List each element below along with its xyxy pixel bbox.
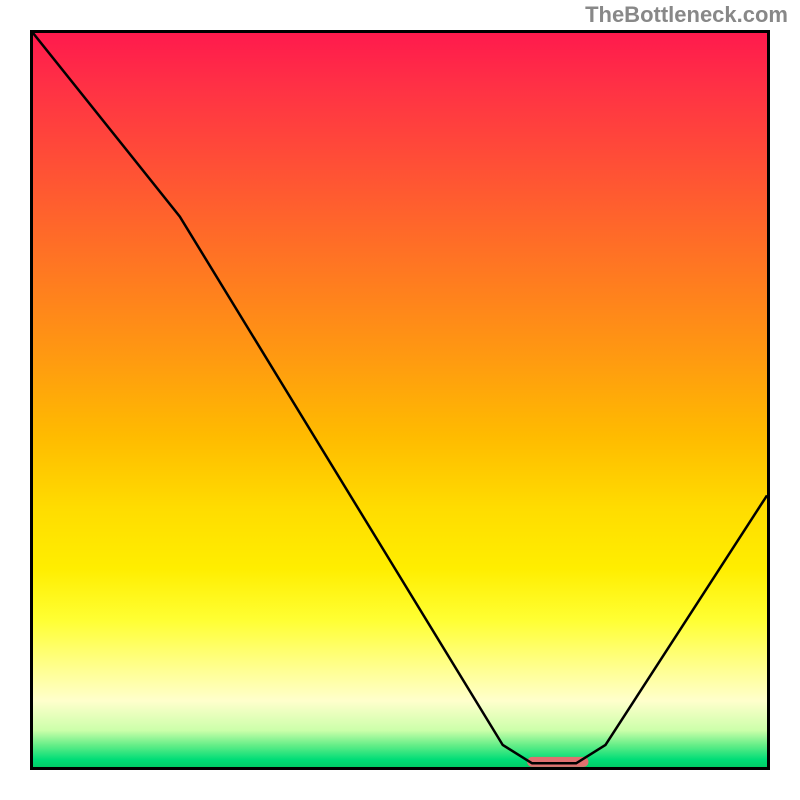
bottleneck-curve — [33, 33, 767, 763]
bottleneck-chart: TheBottleneck.com — [0, 0, 800, 800]
watermark-text: TheBottleneck.com — [585, 2, 788, 28]
plot-area — [30, 30, 770, 770]
curve-svg — [33, 33, 767, 767]
